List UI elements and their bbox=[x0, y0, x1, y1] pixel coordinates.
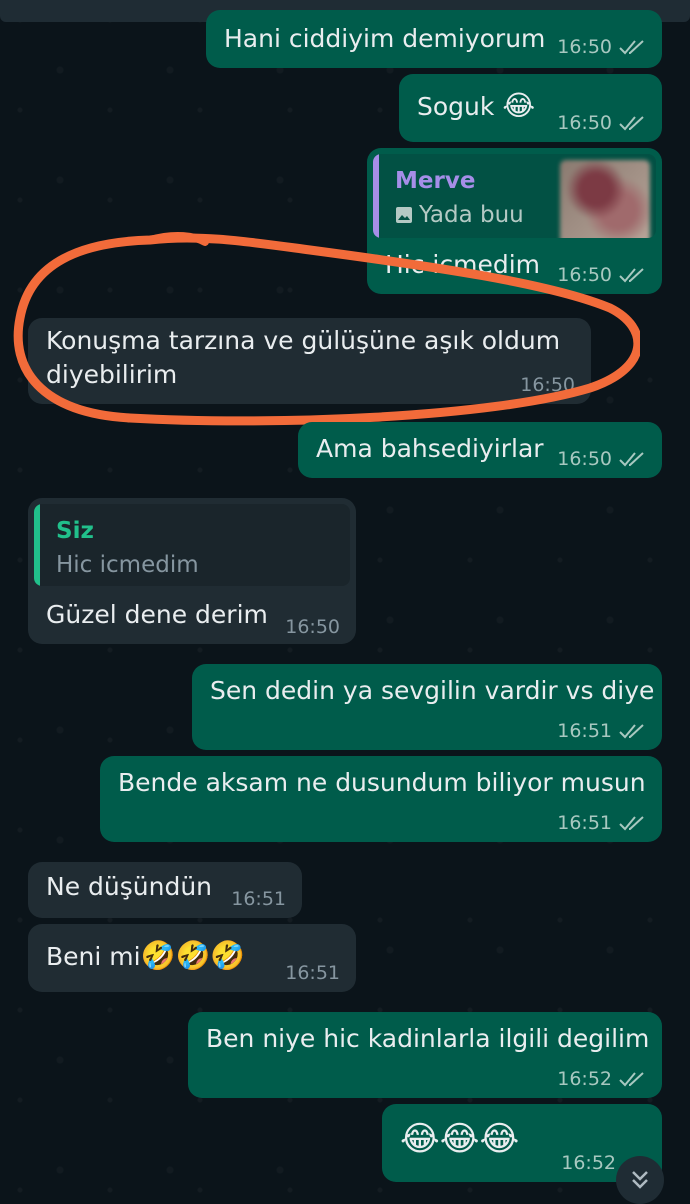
message-text: Ama bahsediyirlar bbox=[316, 434, 544, 463]
message-time: 16:51 bbox=[231, 888, 286, 910]
rolling-laughing-emoji: 🤣🤣🤣 bbox=[140, 939, 246, 972]
message-text: Bende aksam ne dusundum biliyor musun bbox=[118, 768, 646, 797]
message-meta: 16:52 bbox=[557, 1068, 646, 1090]
reply-sender-name: Merve bbox=[395, 168, 476, 194]
double-check-icon bbox=[619, 724, 644, 739]
message-bubble-outgoing[interactable]: Bende aksam ne dusundum biliyor musun 16… bbox=[100, 756, 662, 842]
message-meta: 16:50 bbox=[557, 448, 646, 470]
tears-of-joy-emoji: 😂 bbox=[502, 89, 536, 122]
message-text: Beni mi🤣🤣🤣 bbox=[46, 940, 245, 973]
image-icon bbox=[396, 207, 412, 223]
reply-quote-bar bbox=[373, 154, 379, 238]
message-time: 16:51 bbox=[285, 962, 340, 984]
message-bubble-outgoing[interactable]: Ben niye hic kadinlarla ilgili degilim 1… bbox=[188, 1012, 662, 1098]
reply-image-thumbnail bbox=[560, 160, 650, 238]
double-check-icon bbox=[619, 40, 644, 55]
tears-of-joy-emoji: 😂😂😂 bbox=[400, 1119, 520, 1159]
message-text: Sen dedin ya sevgilin vardir vs diye bbox=[210, 676, 655, 705]
reply-quote[interactable]: Merve Yada buu bbox=[373, 154, 656, 238]
message-meta: 16:50 bbox=[557, 36, 646, 58]
highlight-circle-annotation bbox=[13, 231, 640, 426]
message-time: 16:51 bbox=[557, 812, 612, 834]
message-text-content: Soguk bbox=[417, 92, 495, 121]
scroll-to-bottom-button[interactable] bbox=[616, 1156, 664, 1204]
message-bubble-incoming[interactable]: Ne düşündün 16:51 bbox=[28, 862, 302, 918]
message-time: 16:51 bbox=[557, 720, 612, 742]
message-meta: 16:51 bbox=[557, 720, 646, 742]
message-text: Soguk 😂 bbox=[417, 90, 535, 123]
message-meta: 16:51 bbox=[285, 962, 340, 984]
double-check-icon bbox=[619, 116, 644, 131]
message-time: 16:50 bbox=[557, 448, 612, 470]
message-bubble-incoming[interactable]: Beni mi🤣🤣🤣 16:51 bbox=[28, 924, 356, 992]
reply-text-content: Yada buu bbox=[419, 202, 524, 228]
message-time: 16:52 bbox=[561, 1152, 616, 1174]
reply-sender-name: Siz bbox=[56, 518, 94, 544]
message-text: Ben niye hic kadinlarla ilgili degilim bbox=[206, 1024, 650, 1053]
message-meta: 16:50 bbox=[557, 112, 646, 134]
reply-text: Hic icmedim bbox=[56, 552, 199, 578]
reply-quote[interactable]: Siz Hic icmedim bbox=[34, 504, 350, 586]
message-meta: 16:51 bbox=[557, 812, 646, 834]
message-meta: 16:50 bbox=[285, 616, 340, 638]
message-meta: 16:52 bbox=[561, 1152, 616, 1174]
message-text: Hani ciddiyim demiyorum bbox=[224, 24, 546, 53]
message-bubble-incoming[interactable]: Siz Hic icmedim Güzel dene derim 16:50 bbox=[28, 498, 356, 644]
double-check-icon bbox=[619, 816, 644, 831]
reply-text: Yada buu bbox=[395, 202, 524, 228]
message-text-content: Beni mi bbox=[46, 942, 141, 971]
message-time: 16:50 bbox=[285, 616, 340, 638]
message-bubble-outgoing[interactable]: Sen dedin ya sevgilin vardir vs diye 16:… bbox=[192, 664, 662, 750]
message-bubble-outgoing[interactable]: Soguk 😂 16:50 bbox=[399, 74, 662, 142]
message-text: Güzel dene derim bbox=[46, 600, 268, 629]
reply-quote-bar bbox=[34, 504, 40, 586]
double-check-icon bbox=[619, 452, 644, 467]
double-check-icon bbox=[619, 1072, 644, 1087]
message-text: Ne düşündün bbox=[46, 872, 213, 901]
message-time: 16:50 bbox=[557, 112, 612, 134]
double-chevron-down-icon bbox=[632, 1171, 648, 1189]
message-time: 16:52 bbox=[557, 1068, 612, 1090]
message-time: 16:50 bbox=[557, 36, 612, 58]
message-meta: 16:51 bbox=[231, 888, 286, 910]
message-bubble-outgoing[interactable]: Hani ciddiyim demiyorum 16:50 bbox=[206, 10, 662, 68]
message-bubble-outgoing[interactable]: Ama bahsediyirlar 16:50 bbox=[298, 422, 662, 478]
